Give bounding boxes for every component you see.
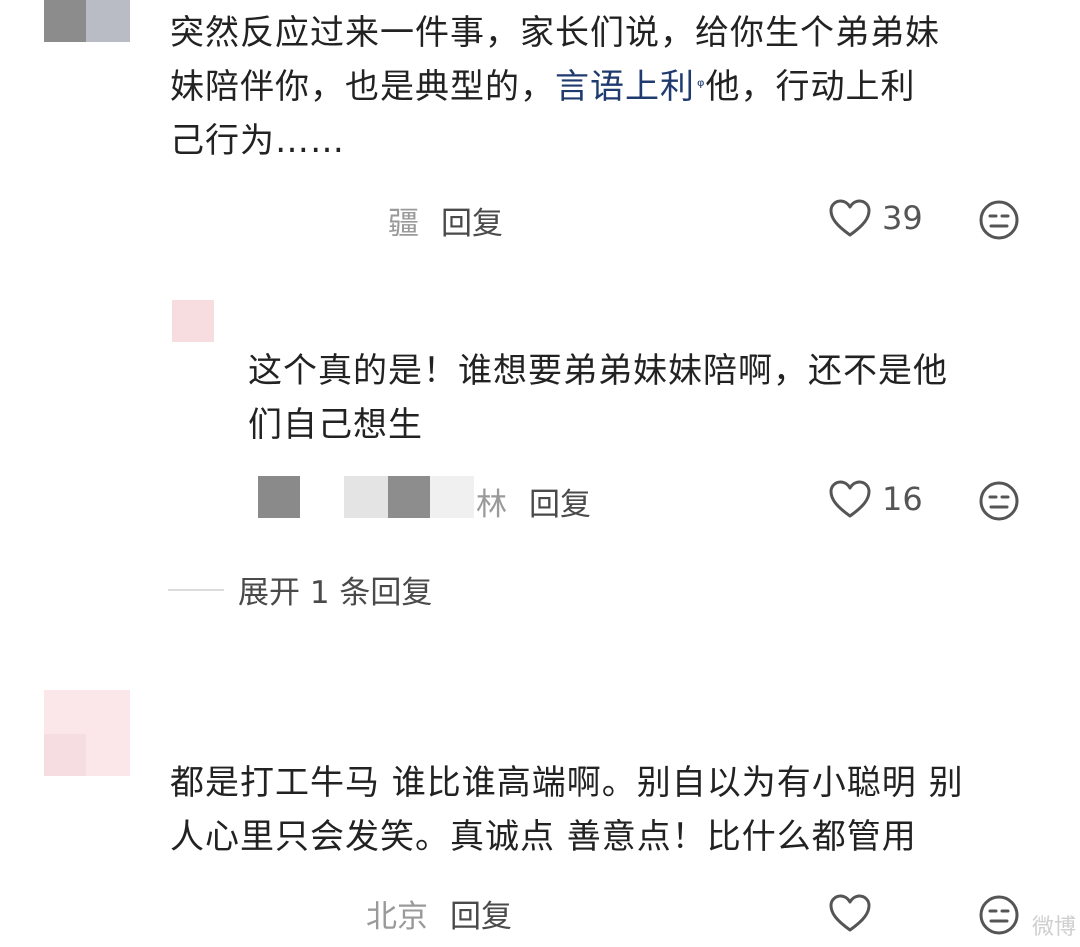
avatar[interactable] bbox=[44, 690, 130, 776]
ip-location: 林 bbox=[476, 487, 507, 523]
expand-replies-label: 展开 1 条回复 bbox=[238, 575, 433, 611]
heart-outline-icon bbox=[829, 894, 871, 932]
neutral-face-icon bbox=[979, 895, 1019, 935]
like-button[interactable]: 39 bbox=[828, 198, 923, 238]
topic-link[interactable]: 言语上利 bbox=[555, 67, 695, 107]
comment-line: 人心里只会发笑。真诚点 善意点！比什么都管用 bbox=[170, 817, 917, 857]
username-redacted bbox=[344, 476, 388, 518]
neutral-face-icon bbox=[979, 200, 1019, 240]
username-redacted bbox=[430, 476, 474, 518]
divider-line bbox=[168, 588, 224, 591]
like-button[interactable] bbox=[828, 893, 872, 933]
comment-line: 妹陪伴你，也是典型的，言语上利 ᵠ他，行动上利 bbox=[170, 60, 1050, 114]
comment-line: 这个真的是！谁想要弟弟妹妹陪啊，还不是他 bbox=[248, 351, 948, 391]
comment-text-segment: 妹陪伴你，也是典型的， bbox=[170, 67, 555, 107]
ip-location: 疆 bbox=[388, 206, 419, 242]
ip-location: 北京 bbox=[366, 899, 428, 935]
dislike-button[interactable] bbox=[978, 480, 1020, 526]
comment-line: 都是打工牛马 谁比谁高端啊。别自以为有小聪明 别 bbox=[170, 763, 964, 803]
comment-text-segment: 他，行动上利 bbox=[705, 67, 916, 107]
reply-button[interactable]: 回复 bbox=[441, 198, 503, 243]
dislike-button[interactable] bbox=[978, 894, 1020, 940]
comment-line: 突然反应过来一件事，家长们说，给你生个弟弟妹 bbox=[170, 13, 940, 53]
reply-body: 这个真的是！谁想要弟弟妹妹陪啊，还不是他 们自己想生 bbox=[248, 344, 1048, 452]
username-redacted bbox=[388, 476, 430, 518]
comment-meta: 疆 回复 bbox=[388, 198, 503, 243]
dislike-button[interactable] bbox=[978, 199, 1020, 245]
avatar[interactable] bbox=[172, 300, 214, 342]
username-redacted bbox=[258, 476, 300, 518]
avatar[interactable] bbox=[44, 0, 130, 42]
reply-button[interactable]: 回复 bbox=[529, 479, 591, 524]
neutral-face-icon bbox=[979, 481, 1019, 521]
like-button[interactable]: 16 bbox=[828, 479, 923, 519]
comment-meta: 北京 回复 bbox=[366, 891, 512, 936]
like-count: 16 bbox=[882, 480, 923, 518]
like-count: 39 bbox=[882, 199, 923, 237]
comment-thread: 突然反应过来一件事，家长们说，给你生个弟弟妹 妹陪伴你，也是典型的，言语上利 ᵠ他… bbox=[0, 0, 1080, 947]
reply-meta: 林 回复 bbox=[476, 479, 591, 524]
heart-outline-icon bbox=[829, 480, 871, 518]
reply-button[interactable]: 回复 bbox=[450, 891, 512, 936]
comment-line: 己行为…… bbox=[170, 121, 345, 161]
comment-body: 都是打工牛马 谁比谁高端啊。别自以为有小聪明 别 人心里只会发笑。真诚点 善意点… bbox=[170, 756, 1050, 864]
expand-replies-button[interactable]: 展开 1 条回复 bbox=[168, 567, 432, 612]
heart-outline-icon bbox=[829, 199, 871, 237]
watermark: 微博 bbox=[1031, 915, 1076, 940]
comment-line: 们自己想生 bbox=[248, 405, 423, 445]
comment-body: 突然反应过来一件事，家长们说，给你生个弟弟妹 妹陪伴你，也是典型的，言语上利 ᵠ他… bbox=[170, 6, 1050, 168]
